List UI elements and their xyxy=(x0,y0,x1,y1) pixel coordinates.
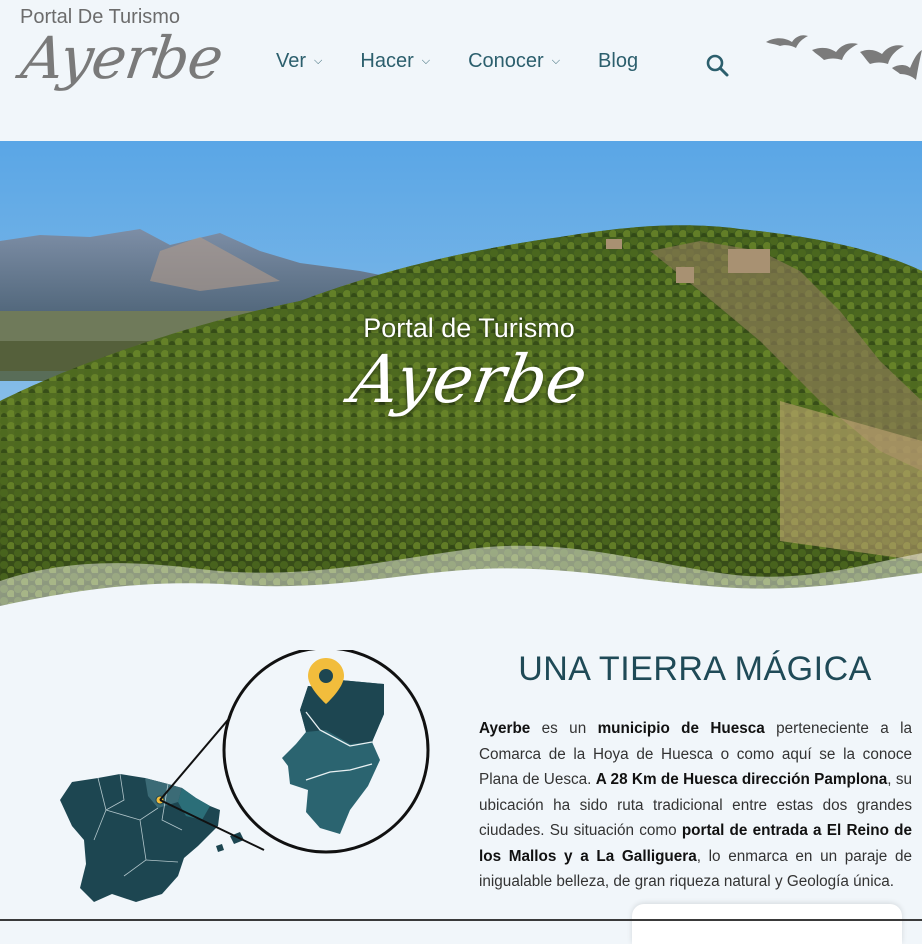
search-icon[interactable] xyxy=(705,53,731,79)
desc-bold-municipio: municipio de Huesca xyxy=(597,720,765,737)
desc-bold-ayerbe: Ayerbe xyxy=(479,720,531,737)
section-description: Ayerbe es un municipio de Huesca pertene… xyxy=(479,716,912,895)
site-header: Portal De Turismo Ayerbe Ver ⌵ Hacer ⌵ C… xyxy=(0,0,922,141)
nav-label: Ver xyxy=(276,50,307,72)
hero-script-title: Ayerbe xyxy=(345,341,593,418)
site-logo[interactable]: Portal De Turismo Ayerbe xyxy=(17,6,226,134)
location-map xyxy=(50,646,440,925)
nav-label: Hacer xyxy=(360,50,414,72)
nav-label: Conocer xyxy=(468,50,544,72)
desc-bold-distance: A 28 Km de Huesca dirección Pamplona xyxy=(595,771,888,788)
desc-text: es un xyxy=(530,720,598,737)
nav-label: Blog xyxy=(598,50,639,72)
section-title: UNA TIERRA MÁGICA xyxy=(518,650,872,688)
spain-map xyxy=(60,774,220,902)
main-nav: Ver ⌵ Hacer ⌵ Conocer ⌵ Blog xyxy=(276,50,676,73)
hero-title: Portal de Turismo xyxy=(363,313,575,343)
nav-item-ver[interactable]: Ver ⌵ xyxy=(276,50,322,73)
chevron-down-icon: ⌵ xyxy=(421,55,431,67)
chat-widget[interactable] xyxy=(632,904,902,944)
logo-script-text: Ayerbe xyxy=(17,24,227,92)
chevron-down-icon: ⌵ xyxy=(314,55,323,67)
hero-banner: Portal de Turismo Ayerbe xyxy=(0,141,922,611)
birds-icon xyxy=(764,28,922,90)
nav-item-conocer[interactable]: Conocer ⌵ xyxy=(468,50,560,73)
nav-item-hacer[interactable]: Hacer ⌵ xyxy=(360,50,430,73)
nav-item-blog[interactable]: Blog xyxy=(598,50,638,73)
chevron-down-icon: ⌵ xyxy=(551,55,561,67)
